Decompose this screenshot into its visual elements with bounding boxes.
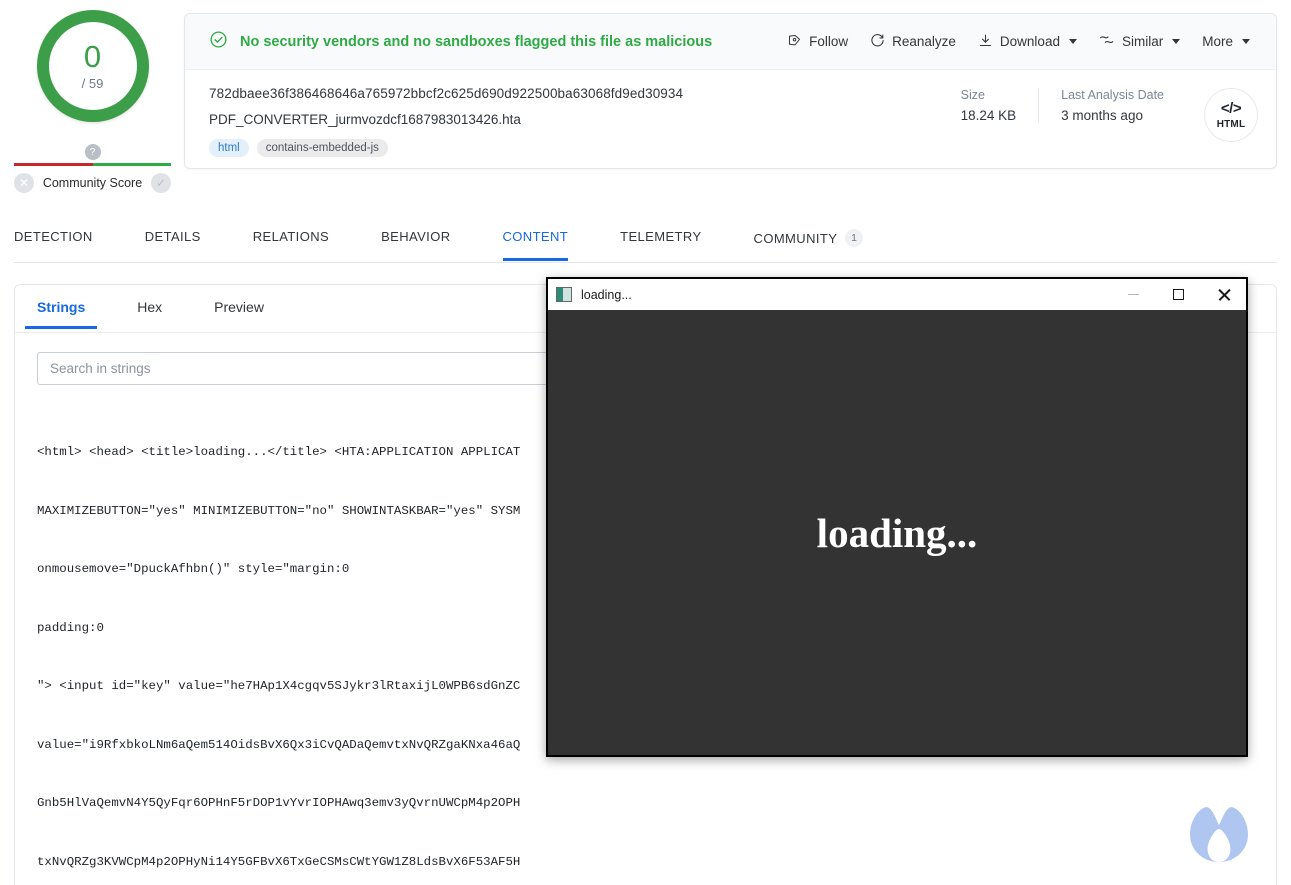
similar-icon [1099, 33, 1115, 50]
chevron-down-icon [1068, 39, 1077, 44]
code-line: txNvQRZg3KVWCpM4p2OPHyNi14Y5GFBvX6TxGeCS… [37, 854, 521, 869]
more-label: More [1202, 34, 1233, 49]
vote-down-icon[interactable]: ✕ [14, 173, 34, 193]
download-button[interactable]: Download [978, 33, 1077, 51]
download-icon [978, 33, 993, 51]
verdict-group: No security vendors and no sandboxes fla… [209, 30, 787, 54]
tag-contains-embedded-js[interactable]: contains-embedded-js [256, 139, 388, 157]
last-analysis-cell: Last Analysis Date 3 months ago [1038, 88, 1186, 123]
download-label: Download [999, 34, 1060, 49]
similar-button[interactable]: Similar [1099, 33, 1181, 50]
detection-score-widget: 0 / 59 ? ✕ Community Score ✓ [14, 10, 171, 193]
similar-label: Similar [1121, 34, 1164, 49]
last-analysis-label: Last Analysis Date [1061, 88, 1164, 102]
close-icon [1217, 288, 1230, 301]
verdict-text: No security vendors and no sandboxes fla… [240, 33, 713, 50]
more-button[interactable]: More [1202, 34, 1250, 49]
verdict-bar: No security vendors and no sandboxes fla… [185, 14, 1276, 70]
minimize-button[interactable] [1111, 279, 1156, 310]
file-type-badge: </> HTML [1204, 88, 1258, 142]
community-score-positive-segment [92, 163, 171, 166]
code-icon: </> [1220, 99, 1242, 117]
file-metadata: Size 18.24 KB Last Analysis Date 3 month… [941, 86, 1258, 168]
tab-label: BEHAVIOR [381, 229, 451, 244]
vote-up-icon[interactable]: ✓ [151, 173, 171, 193]
detection-total: / 59 [81, 76, 104, 91]
tab-detection[interactable]: DETECTION [14, 226, 93, 260]
file-identity: 782dbaee36f386468646a765972bbcf2c625d690… [209, 86, 941, 168]
hta-application-window[interactable]: loading... loading... [546, 277, 1248, 757]
file-actions: Follow Reanalyze Download Similar More [787, 33, 1258, 51]
tag-html[interactable]: html [209, 139, 249, 157]
loading-text: loading... [816, 509, 978, 556]
community-score-label: Community Score [42, 176, 143, 190]
report-header: 0 / 59 ? ✕ Community Score ✓ No security… [0, 0, 1291, 205]
file-size-value: 18.24 KB [960, 108, 1017, 123]
maximize-icon [1173, 289, 1184, 300]
follow-label: Follow [809, 34, 849, 49]
virustotal-file-report-page: 0 / 59 ? ✕ Community Score ✓ No security… [0, 0, 1291, 885]
help-icon[interactable]: ? [84, 144, 101, 160]
window-titlebar[interactable]: loading... [548, 279, 1246, 310]
subtab-preview[interactable]: Preview [214, 285, 264, 328]
tab-label: DETAILS [144, 229, 201, 244]
file-hash: 782dbaee36f386468646a765972bbcf2c625d690… [209, 86, 684, 101]
follow-button[interactable]: Follow [787, 33, 848, 51]
tab-content[interactable]: CONTENT [502, 226, 569, 261]
reanalyze-button[interactable]: Reanalyze [870, 33, 956, 51]
tab-community[interactable]: COMMUNITY 1 [754, 226, 864, 263]
file-size-label: Size [960, 88, 985, 102]
app-icon [556, 287, 572, 302]
maximize-button[interactable] [1156, 279, 1201, 310]
reanalyze-label: Reanalyze [892, 34, 956, 49]
tab-label: DETECTION [14, 229, 93, 244]
community-score-widget: ? ✕ Community Score ✓ [14, 144, 171, 193]
window-controls [1111, 279, 1246, 310]
tab-details[interactable]: DETAILS [145, 226, 201, 260]
file-details: 782dbaee36f386468646a765972bbcf2c625d690… [185, 70, 1276, 168]
tab-label: TELEMETRY [620, 229, 702, 244]
tab-label: CONTENT [502, 229, 569, 244]
community-score-negative-segment [14, 163, 93, 166]
file-tags: html contains-embedded-js [209, 139, 941, 157]
close-button[interactable] [1201, 279, 1246, 310]
window-title: loading... [581, 287, 632, 302]
tab-behavior[interactable]: BEHAVIOR [381, 226, 450, 260]
community-count-badge: 1 [845, 229, 864, 247]
detection-ratio-donut: 0 / 59 [36, 10, 149, 122]
file-type-label: HTML [1216, 118, 1246, 130]
tab-relations[interactable]: RELATIONS [253, 226, 329, 260]
file-name: PDF_CONVERTER_jurmvozdcf1687983013426.ht… [209, 112, 521, 127]
community-score-row: ✕ Community Score ✓ [14, 173, 171, 193]
report-tabs: DETECTION DETAILS RELATIONS BEHAVIOR CON… [14, 226, 1277, 263]
follow-icon [787, 33, 802, 51]
tab-label: COMMUNITY [753, 230, 838, 246]
window-body: loading... [548, 310, 1246, 755]
detection-count: 0 [83, 39, 102, 74]
malwarebytes-logo [1190, 807, 1248, 863]
subtab-strings[interactable]: Strings [24, 285, 98, 329]
tab-label: RELATIONS [252, 229, 330, 244]
chevron-down-icon [1242, 39, 1250, 44]
file-summary-card: No security vendors and no sandboxes fla… [184, 13, 1277, 169]
subtab-hex[interactable]: Hex [137, 285, 162, 328]
last-analysis-value: 3 months ago [1061, 108, 1143, 123]
tab-telemetry[interactable]: TELEMETRY [620, 226, 701, 260]
code-line: Gnb5HlVaQemvN4Y5QyFqr6OPHnF5rDOP1vYvrIOP… [37, 796, 521, 810]
check-circle-icon [209, 30, 228, 54]
community-score-bar [14, 163, 171, 166]
reanalyze-icon [870, 33, 885, 51]
chevron-down-icon [1172, 39, 1181, 44]
file-size-cell: Size 18.24 KB [941, 88, 1039, 123]
minimize-icon [1128, 294, 1139, 295]
